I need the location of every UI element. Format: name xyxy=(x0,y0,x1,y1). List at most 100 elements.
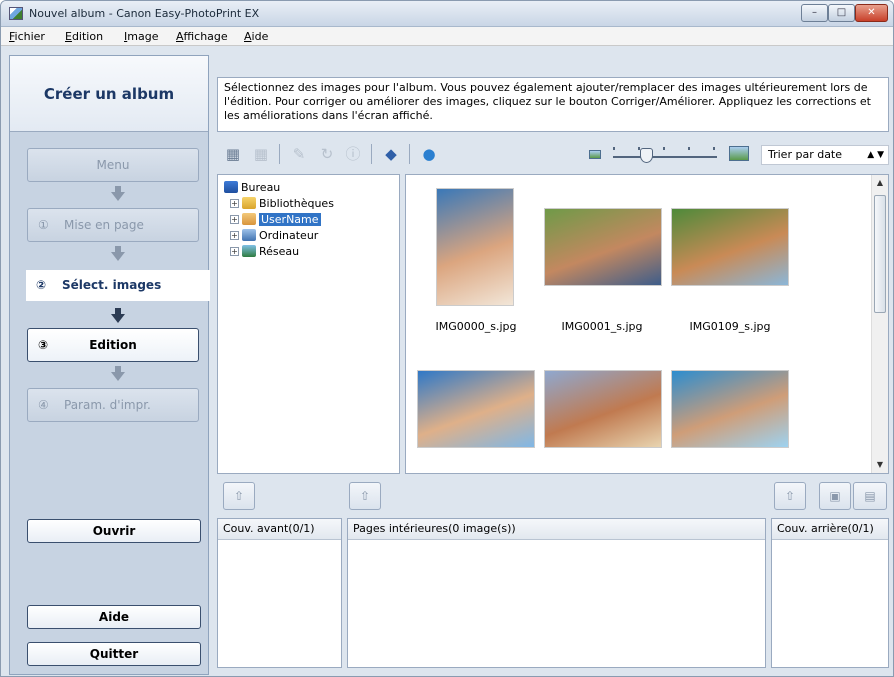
menu-image[interactable]: Image xyxy=(124,30,158,43)
library-folder-icon xyxy=(242,197,256,209)
tree-item-label: Ordinateur xyxy=(259,229,319,242)
window-title: Nouvel album - Canon Easy-PhotoPrint EX xyxy=(29,7,260,20)
tree-item-reseau[interactable]: + Réseau xyxy=(230,244,299,260)
thumbnail-image[interactable] xyxy=(671,370,789,448)
add-inner-pages-icon[interactable]: ⇧ xyxy=(349,482,381,510)
panel-title: Créer un album xyxy=(10,56,208,132)
select-all-icon[interactable]: ▦ xyxy=(223,144,243,164)
scroll-down-icon[interactable]: ▼ xyxy=(872,457,888,473)
open-button[interactable]: Ouvrir xyxy=(27,519,201,543)
user-folder-icon xyxy=(242,213,256,225)
folder-tree: Bureau + Bibliothèques + UserName + Ordinat… xyxy=(217,174,400,474)
navigation-panel: Créer un album Menu ① Mise en page ② Sél… xyxy=(9,55,210,675)
slider-tick xyxy=(713,147,715,150)
step-edition-button[interactable]: ③ Edition xyxy=(27,328,199,362)
slider-tick xyxy=(613,147,615,150)
thumbnail-size-slider[interactable] xyxy=(613,147,717,163)
help-button[interactable]: Aide xyxy=(27,605,201,629)
tree-item-bureau[interactable]: Bureau xyxy=(224,180,280,196)
toolbar-separator xyxy=(371,144,372,164)
thumbnail-image[interactable] xyxy=(417,370,535,448)
tree-item-label: UserName xyxy=(259,213,321,226)
sort-dropdown-value: Trier par date xyxy=(768,148,843,161)
thumbnail-image[interactable] xyxy=(671,208,789,286)
quit-button[interactable]: Quitter xyxy=(27,642,201,666)
instruction-text: Sélectionnez des images pour l'album. Vo… xyxy=(217,77,889,132)
network-icon xyxy=(242,245,256,257)
step-label: Param. d'impr. xyxy=(64,398,151,412)
menu-affichage[interactable]: Affichage xyxy=(176,30,228,43)
thumbnail-filename: IMG0001_s.jpg xyxy=(561,320,643,333)
tree-item-label: Bibliothèques xyxy=(259,197,334,210)
thumbnail-image[interactable] xyxy=(544,208,662,286)
zoom-in-icon[interactable] xyxy=(729,146,749,161)
thumbnail-image[interactable] xyxy=(436,188,514,306)
tree-item-username[interactable]: + UserName xyxy=(230,212,321,228)
inner-pages-header: Pages intérieures(0 image(s)) xyxy=(348,519,765,540)
back-cover-header: Couv. arrière(0/1) xyxy=(772,519,888,540)
maximize-button[interactable]: □ xyxy=(828,4,855,22)
slider-tick xyxy=(663,147,665,150)
tree-item-ordinateur[interactable]: + Ordinateur xyxy=(230,228,318,244)
tree-item-bibliotheques[interactable]: + Bibliothèques xyxy=(230,196,334,212)
menu-aide[interactable]: Aide xyxy=(244,30,268,43)
step-print-settings-button[interactable]: ④ Param. d'impr. xyxy=(27,388,199,422)
menu-button[interactable]: Menu xyxy=(27,148,199,182)
slider-track xyxy=(613,156,717,158)
step-arrow-icon xyxy=(111,186,125,201)
close-button[interactable]: ✕ xyxy=(855,4,888,22)
slider-thumb[interactable] xyxy=(640,148,653,163)
scrollbar-thumb[interactable] xyxy=(874,195,886,313)
thumbnail-scrollbar[interactable]: ▲ ▼ xyxy=(871,175,888,473)
front-cover-pane[interactable]: Couv. avant(0/1) xyxy=(217,518,342,668)
toolbar-separator xyxy=(279,144,280,164)
step-label: Sélect. images xyxy=(62,278,162,292)
correct-enhance-icon[interactable]: ✎ xyxy=(289,144,309,164)
menu-bar: Fichier Edition Image Affichage Aide xyxy=(1,27,893,46)
thumbnail-image[interactable] xyxy=(544,370,662,448)
thumbnail-filename: IMG0109_s.jpg xyxy=(689,320,771,333)
slider-tick xyxy=(688,147,690,150)
expand-icon[interactable]: + xyxy=(230,247,239,256)
image-toolbar: ▦ ▦ ✎ ↻ ⓘ ◆ ● Trier par date ▲ ▼ xyxy=(217,139,889,169)
expand-icon[interactable]: + xyxy=(230,199,239,208)
computer-icon xyxy=(242,229,256,241)
remove-image-icon[interactable]: ▣ xyxy=(819,482,851,510)
image-info-icon[interactable]: ⓘ xyxy=(343,144,363,164)
step-label: Mise en page xyxy=(64,218,144,232)
deselect-all-icon[interactable]: ▦ xyxy=(251,144,271,164)
front-cover-header: Couv. avant(0/1) xyxy=(218,519,341,540)
step-number: ④ xyxy=(38,398,49,412)
inner-pages-pane[interactable]: Pages intérieures(0 image(s)) xyxy=(347,518,766,668)
step-arrow-icon xyxy=(111,246,125,261)
sort-caret-icon[interactable]: ▲ ▼ xyxy=(867,146,884,164)
step-label: Edition xyxy=(89,338,137,352)
scroll-up-icon[interactable]: ▲ xyxy=(872,175,888,191)
rotate-icon[interactable]: ↻ xyxy=(317,144,337,164)
zoom-out-icon[interactable] xyxy=(589,150,601,159)
expand-icon[interactable]: + xyxy=(230,231,239,240)
app-window: Nouvel album - Canon Easy-PhotoPrint EX … xyxy=(0,0,894,677)
expand-icon[interactable]: + xyxy=(230,215,239,224)
step-layout-button[interactable]: ① Mise en page xyxy=(27,208,199,242)
minimize-button[interactable]: – xyxy=(801,4,828,22)
step-arrow-icon xyxy=(111,308,125,323)
toolbar-separator xyxy=(409,144,410,164)
step-number: ① xyxy=(38,218,49,232)
tree-item-label: Bureau xyxy=(241,181,281,194)
title-bar: Nouvel album - Canon Easy-PhotoPrint EX … xyxy=(1,1,893,27)
thumbnail-area: IMG0000_s.jpg IMG0001_s.jpg IMG0109_s.jp… xyxy=(405,174,889,474)
remove-all-images-icon[interactable]: ▤ xyxy=(853,482,887,510)
menu-fichier[interactable]: Fichier xyxy=(9,30,45,43)
add-back-cover-icon[interactable]: ⇧ xyxy=(774,482,806,510)
sort-dropdown[interactable]: Trier par date ▲ ▼ xyxy=(761,145,889,165)
online-icon[interactable]: ● xyxy=(419,144,439,164)
step-select-images-button[interactable]: ② Sélect. images xyxy=(26,270,210,301)
add-front-cover-icon[interactable]: ⇧ xyxy=(223,482,255,510)
menu-edition[interactable]: Edition xyxy=(65,30,103,43)
step-number: ② xyxy=(36,278,47,292)
tree-item-label: Réseau xyxy=(259,245,300,258)
back-cover-pane[interactable]: Couv. arrière(0/1) xyxy=(771,518,889,668)
photo-editing-icon[interactable]: ◆ xyxy=(381,144,401,164)
app-icon xyxy=(9,7,23,20)
